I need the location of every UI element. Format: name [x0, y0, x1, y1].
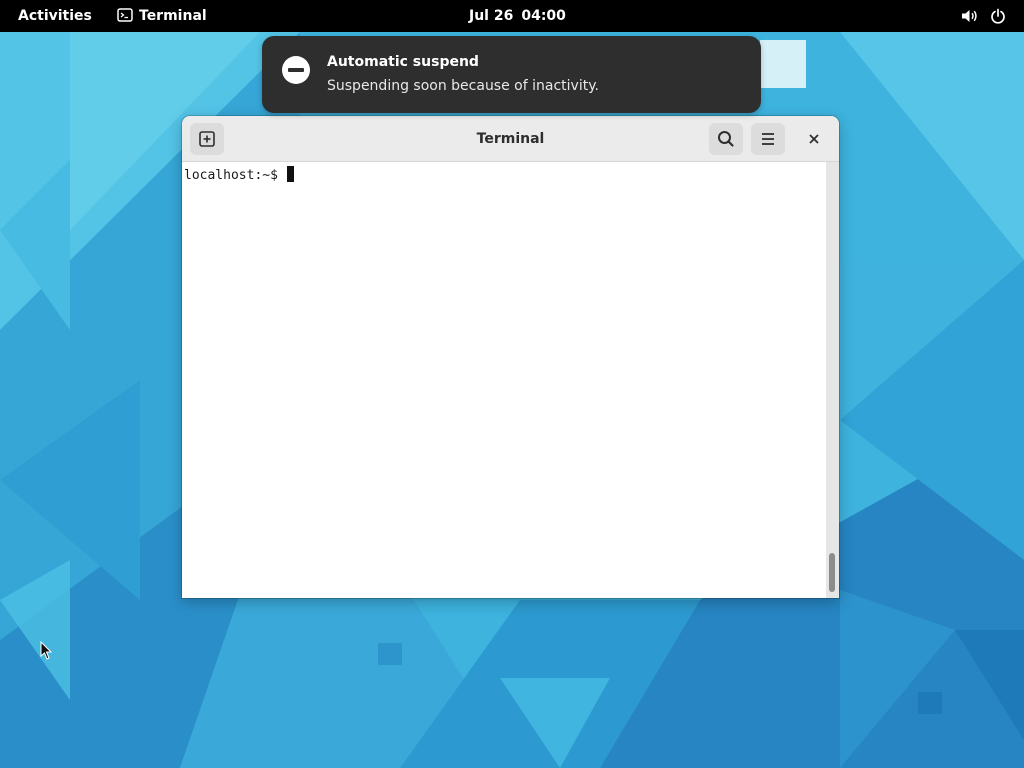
top-bar: Activities Terminal Jul 26 04:00	[0, 0, 1024, 32]
scrollbar-thumb[interactable]	[829, 553, 835, 592]
activities-button[interactable]: Activities	[18, 0, 92, 32]
menu-button[interactable]	[751, 123, 785, 155]
mouse-pointer-icon	[40, 641, 53, 660]
notification-body: Suspending soon because of inactivity.	[327, 78, 599, 94]
scrollbar-track[interactable]	[826, 162, 839, 598]
text-cursor	[286, 166, 294, 182]
minus-circle-icon	[282, 56, 310, 84]
clock-date: Jul 26	[469, 8, 514, 24]
shell-prompt: localhost:~$	[184, 168, 278, 183]
volume-icon[interactable]	[961, 0, 981, 32]
app-menu-label: Terminal	[139, 8, 207, 24]
power-icon[interactable]	[990, 0, 1008, 32]
clock-time: 04:00	[521, 8, 566, 24]
notification-banner[interactable]: Automatic suspend Suspending soon becaus…	[262, 36, 761, 113]
search-button[interactable]	[709, 123, 743, 155]
clock[interactable]: Jul 26 04:00	[469, 0, 566, 32]
terminal-headerbar[interactable]: Terminal	[182, 116, 839, 162]
terminal-output-area[interactable]: localhost:~$	[182, 162, 826, 598]
search-icon	[718, 131, 734, 147]
new-tab-button[interactable]	[190, 123, 224, 155]
terminal-app-icon	[117, 8, 133, 22]
notification-title: Automatic suspend	[327, 54, 479, 70]
hamburger-menu-icon	[762, 133, 774, 145]
close-button[interactable]	[800, 125, 828, 153]
shell-prompt-line: localhost:~$	[184, 166, 294, 183]
close-icon	[809, 134, 819, 144]
new-tab-icon	[199, 131, 215, 147]
app-menu-button[interactable]: Terminal	[117, 0, 207, 32]
terminal-window[interactable]: Terminal localhost:~$	[182, 116, 839, 598]
